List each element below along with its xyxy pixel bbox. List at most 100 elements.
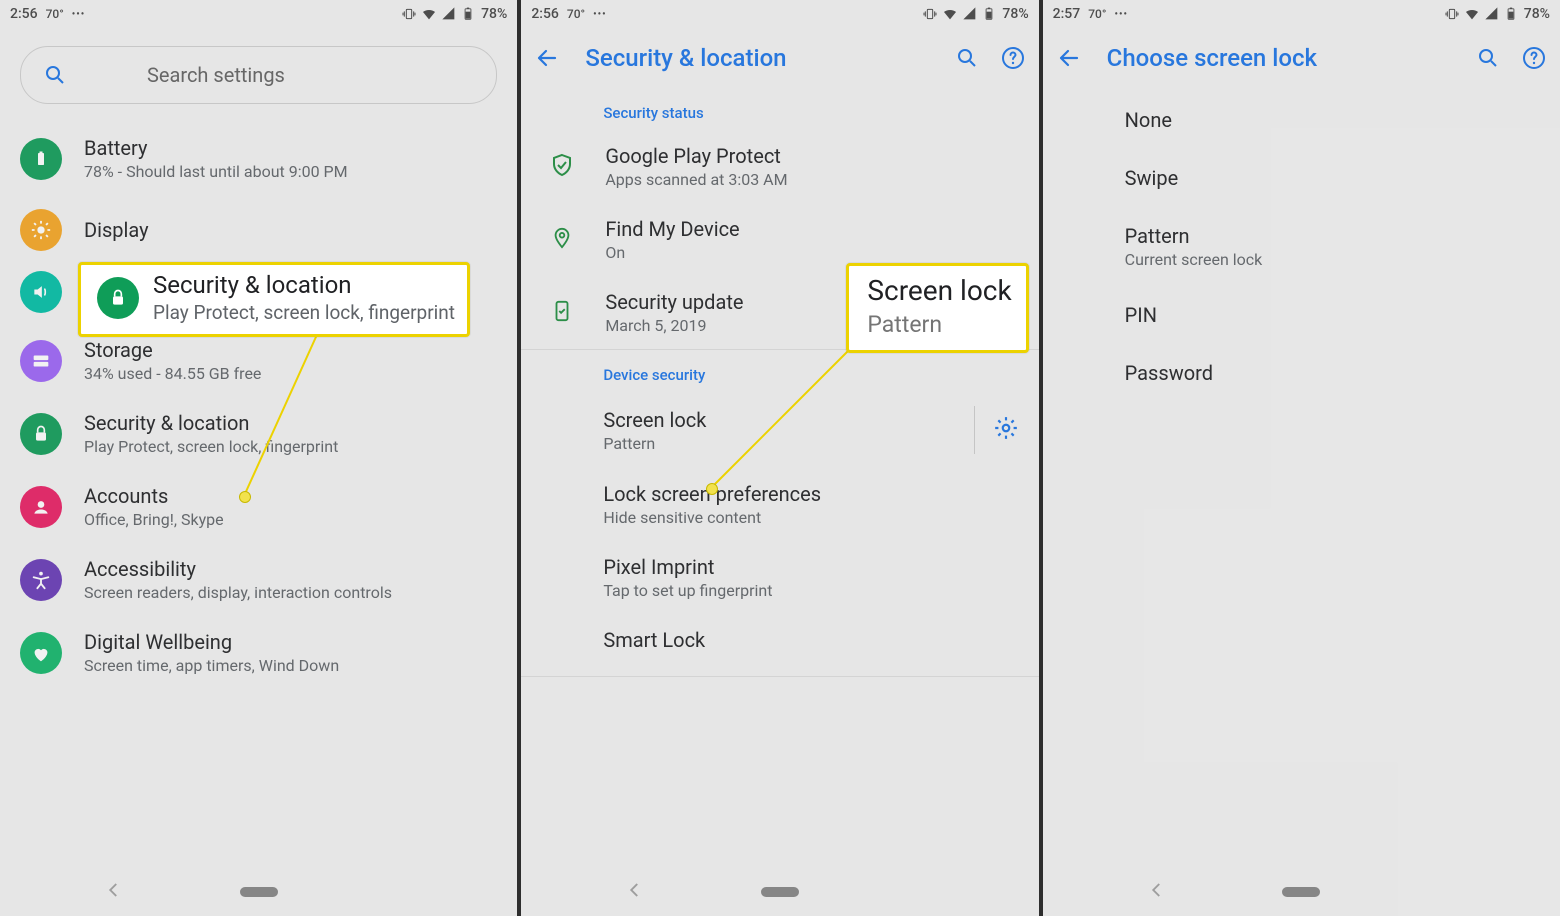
display-icon [20, 209, 62, 251]
status-bar: 2:57 70° ••• 78% [1043, 0, 1560, 28]
status-bar: 2:56 70° ••• 78% [0, 0, 517, 28]
page-title: Security & location [585, 44, 786, 72]
search-button[interactable] [955, 46, 979, 70]
callout-title: Screen lock [867, 274, 1011, 307]
status-temp: 70° [1088, 7, 1106, 21]
item-subtitle: Screen time, app timers, Wind Down [84, 656, 339, 675]
option-subtitle: Current screen lock [1125, 250, 1540, 269]
phone-security-location: 2:56 70° ••• 78% Security & location [521, 0, 1042, 916]
item-subtitle: Tap to set up fingerprint [603, 581, 1018, 600]
item-title: Accounts [84, 484, 224, 508]
nav-back-icon[interactable] [105, 880, 123, 904]
battery-icon [20, 138, 62, 180]
status-notifications-icon: ••• [593, 9, 607, 20]
status-temp: 70° [46, 7, 64, 21]
item-subtitle: Pattern [603, 434, 973, 453]
item-title: Digital Wellbeing [84, 630, 339, 654]
device-check-icon [551, 298, 573, 328]
callout-security-location: Security & location Play Protect, screen… [78, 262, 470, 337]
lock-icon [20, 413, 62, 455]
option-title: Password [1125, 361, 1540, 385]
nav-home-pill[interactable] [240, 887, 278, 897]
status-battery-pct: 78% [1002, 6, 1028, 22]
item-title: Find My Device [605, 217, 739, 241]
option-pin[interactable]: PIN [1043, 283, 1560, 341]
item-subtitle: Screen readers, display, interaction con… [84, 583, 392, 602]
accessibility-icon [20, 559, 62, 601]
item-pixel-imprint[interactable]: Pixel Imprint Tap to set up fingerprint [521, 541, 1038, 614]
status-notifications-icon: ••• [1114, 9, 1128, 20]
callout-subtitle: Pattern [867, 311, 1011, 338]
search-button[interactable] [1476, 46, 1500, 70]
status-bar: 2:56 70° ••• 78% [521, 0, 1038, 28]
highlight-dot [239, 491, 251, 503]
status-time: 2:56 [10, 6, 38, 22]
item-subtitle: Office, Bring!, Skype [84, 510, 224, 529]
status-time: 2:57 [1053, 6, 1081, 22]
settings-item-display[interactable]: Display [0, 195, 517, 265]
option-title: None [1125, 108, 1540, 132]
battery-icon [461, 6, 477, 22]
status-temp: 70° [567, 7, 585, 21]
item-google-play-protect[interactable]: Google Play Protect Apps scanned at 3:03… [521, 130, 1038, 203]
item-subtitle: Apps scanned at 3:03 AM [605, 170, 787, 189]
option-password[interactable]: Password [1043, 341, 1560, 399]
back-button[interactable] [535, 46, 559, 70]
battery-icon [982, 6, 998, 22]
settings-item-accounts[interactable]: Accounts Office, Bring!, Skype [0, 470, 517, 543]
item-subtitle: 34% used - 84.55 GB free [84, 364, 261, 383]
cell-signal-icon [962, 6, 978, 22]
appbar: Security & location [521, 28, 1038, 88]
gear-icon[interactable] [993, 415, 1019, 445]
item-subtitle: On [605, 243, 739, 262]
option-swipe[interactable]: Swipe [1043, 146, 1560, 204]
help-button[interactable] [1522, 46, 1546, 70]
item-title: Storage [84, 338, 261, 362]
item-smart-lock[interactable]: Smart Lock [521, 614, 1038, 666]
item-lock-screen-preferences[interactable]: Lock screen preferences Hide sensitive c… [521, 468, 1038, 541]
item-subtitle: Hide sensitive content [603, 508, 1018, 527]
nav-back-icon[interactable] [626, 880, 644, 904]
settings-item-accessibility[interactable]: Accessibility Screen readers, display, i… [0, 543, 517, 616]
vibrate-icon [401, 6, 417, 22]
navigation-bar [521, 868, 1038, 916]
navigation-bar [0, 868, 517, 916]
accounts-icon [20, 486, 62, 528]
status-time: 2:56 [531, 6, 559, 22]
settings-item-battery[interactable]: Battery 78% - Should last until about 9:… [0, 122, 517, 195]
option-none[interactable]: None [1043, 88, 1560, 146]
item-title: Pixel Imprint [603, 555, 1018, 579]
item-title: Display [84, 218, 149, 242]
battery-icon [1504, 6, 1520, 22]
appbar: Choose screen lock [1043, 28, 1560, 88]
settings-item-digital-wellbeing[interactable]: Digital Wellbeing Screen time, app timer… [0, 616, 517, 689]
item-screen-lock[interactable]: Screen lock Pattern [521, 392, 1038, 468]
option-title: Pattern [1125, 224, 1540, 248]
vibrate-icon [922, 6, 938, 22]
lock-icon [97, 277, 139, 319]
item-subtitle: Play Protect, screen lock, fingerprint [84, 437, 338, 456]
nav-back-icon[interactable] [1148, 880, 1166, 904]
nav-home-pill[interactable] [1282, 887, 1320, 897]
navigation-bar [1043, 868, 1560, 916]
option-pattern[interactable]: Pattern Current screen lock [1043, 204, 1560, 283]
item-title: Screen lock [603, 408, 973, 432]
nav-home-pill[interactable] [761, 887, 799, 897]
search-placeholder: Search settings [147, 63, 285, 87]
item-title: Security update [605, 290, 743, 314]
item-title: Accessibility [84, 557, 392, 581]
back-button[interactable] [1057, 46, 1081, 70]
section-security-status: Security status [521, 88, 1038, 130]
cell-signal-icon [1484, 6, 1500, 22]
settings-item-security-location[interactable]: Security & location Play Protect, screen… [0, 397, 517, 470]
cell-signal-icon [441, 6, 457, 22]
search-settings[interactable]: Search settings [20, 46, 497, 104]
item-title: Lock screen preferences [603, 482, 1018, 506]
sound-icon [20, 271, 62, 313]
wellbeing-icon [20, 632, 62, 674]
item-title: Google Play Protect [605, 144, 787, 168]
status-battery-pct: 78% [1524, 6, 1550, 22]
shield-check-icon [550, 152, 574, 182]
help-button[interactable] [1001, 46, 1025, 70]
option-title: PIN [1125, 303, 1540, 327]
